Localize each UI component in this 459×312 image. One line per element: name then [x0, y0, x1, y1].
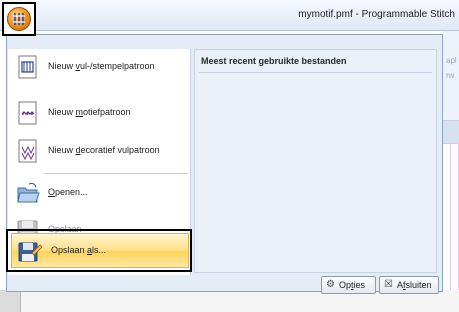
stitch-app-icon: [13, 13, 25, 25]
menu-item-new-decorative-fill-pattern[interactable]: Nieuw decoratief vulpatroon: [9, 133, 189, 169]
background-ribbon-text: apl: [446, 56, 457, 65]
decorative-fill-pattern-icon: [16, 139, 40, 163]
menu-item-label: Opslaan als...: [51, 245, 107, 255]
menu-item-label: Openen...: [48, 187, 88, 197]
background-grid: [443, 142, 459, 290]
save-as-icon: [18, 239, 43, 263]
menu-item-new-fill-stamp-pattern[interactable]: Nieuw vul-/stempelpatroon: [9, 49, 189, 85]
motif-pattern-icon: [16, 101, 40, 125]
menu-item-save-as[interactable]: Opslaan als...: [11, 233, 189, 268]
options-button[interactable]: ⚙ Opties: [321, 276, 376, 294]
recent-files-divider: [199, 72, 432, 73]
background-band: [443, 120, 459, 144]
options-button-label: Opties: [339, 280, 366, 290]
application-button-frame[interactable]: [2, 2, 36, 36]
options-gear-icon: ⚙: [326, 279, 335, 290]
menu-item-label: Nieuw decoratief vulpatroon: [48, 145, 160, 155]
menu-separator: [44, 173, 188, 174]
close-menu-button[interactable]: ☒ Afsluiten: [379, 276, 439, 294]
application-button[interactable]: [7, 7, 31, 31]
recent-files-title: Meest recent gebruikte bestanden: [201, 56, 347, 66]
close-button-label: Afsluiten: [397, 280, 432, 290]
background-ribbon-text: rw: [446, 71, 455, 80]
menu-item-label: Nieuw vul-/stempelpatroon: [48, 61, 155, 71]
fill-stamp-pattern-icon: [16, 55, 40, 79]
open-folder-icon: [16, 181, 40, 205]
close-x-icon: ☒: [384, 279, 393, 290]
menu-item-open[interactable]: Openen...: [9, 175, 189, 211]
recent-files-pane: Meest recent gebruikte bestanden: [194, 49, 437, 273]
save-as-callout-frame: Opslaan als...: [6, 229, 192, 272]
menu-item-label: Nieuw motiefpatroon: [48, 107, 131, 117]
menu-item-new-motif-pattern[interactable]: Nieuw motiefpatroon: [9, 95, 189, 131]
title-bar: mymotif.pmf - Programmable Stitch: [0, 0, 459, 31]
window-title: mymotif.pmf - Programmable Stitch: [298, 9, 455, 20]
